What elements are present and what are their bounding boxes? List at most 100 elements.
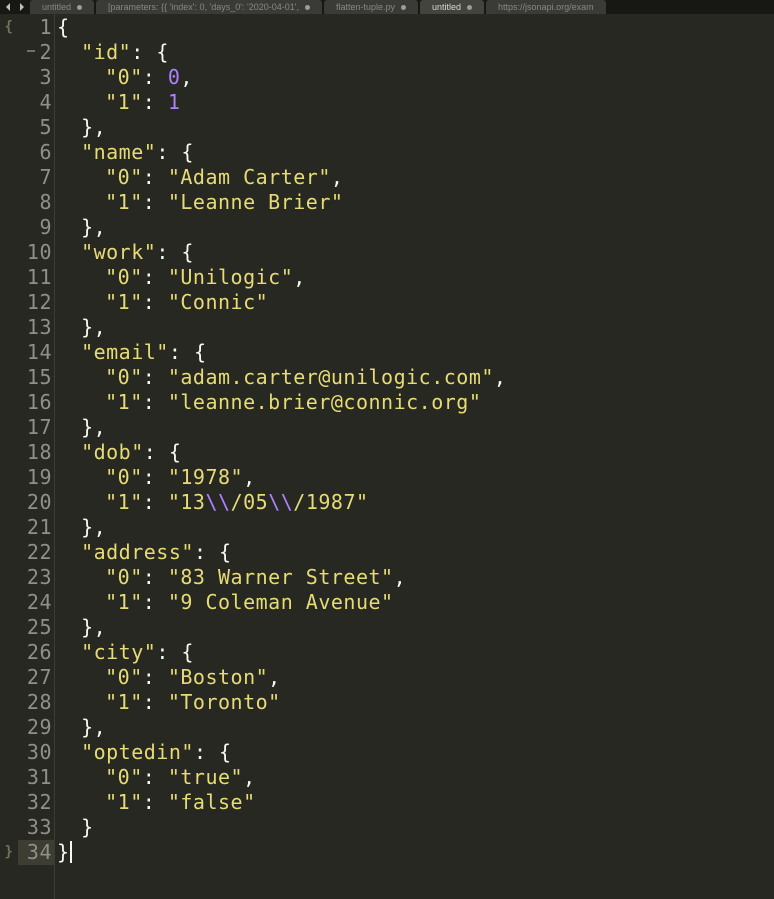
- fold-marker: [0, 765, 18, 790]
- code-line[interactable]: "1": "9 Coleman Avenue": [57, 590, 774, 615]
- token-key: "city": [81, 640, 156, 664]
- code-line[interactable]: "optedin": {: [57, 740, 774, 765]
- tab-4[interactable]: https://jsonapi.org/exam: [486, 0, 606, 14]
- token-key: "Unilogic": [168, 265, 293, 289]
- token-key: "false": [168, 790, 256, 814]
- code-line[interactable]: "1": "Toronto": [57, 690, 774, 715]
- fold-marker: [0, 65, 18, 90]
- code-line[interactable]: },: [57, 715, 774, 740]
- token-key: "address": [81, 540, 194, 564]
- code-line[interactable]: "1": "Leanne Brier": [57, 190, 774, 215]
- code-line[interactable]: "name": {: [57, 140, 774, 165]
- token-pun: :: [143, 190, 168, 214]
- token-pun: :: [143, 165, 168, 189]
- line-number: 6: [18, 140, 54, 165]
- fold-marker: [0, 340, 18, 365]
- token-pun: :: [143, 290, 168, 314]
- line-number: 24: [18, 590, 54, 615]
- code-line[interactable]: },: [57, 615, 774, 640]
- fold-marker: [0, 290, 18, 315]
- code-line[interactable]: },: [57, 415, 774, 440]
- line-number: 15: [18, 365, 54, 390]
- token-pun: ,: [293, 265, 306, 289]
- tab-1[interactable]: [parameters: {{ 'index': 0, 'days_0': '2…: [96, 0, 322, 14]
- token-key: "Boston": [168, 665, 268, 689]
- token-pun: },: [81, 215, 106, 239]
- editor[interactable]: {} 1234567891011121314151617181920212223…: [0, 14, 774, 899]
- token-pun: :: [143, 790, 168, 814]
- token-pun: : {: [144, 440, 182, 464]
- line-number: 29: [18, 715, 54, 740]
- token-pun: : {: [131, 40, 169, 64]
- tab-0[interactable]: untitled: [30, 0, 94, 14]
- code-line[interactable]: }: [57, 840, 774, 865]
- code-line[interactable]: },: [57, 115, 774, 140]
- fold-marker: [0, 490, 18, 515]
- token-key: "1978": [168, 465, 243, 489]
- token-pun: :: [143, 390, 168, 414]
- line-number-gutter: 1234567891011121314151617181920212223242…: [18, 14, 54, 899]
- dirty-dot-icon: [305, 5, 310, 10]
- token-key: "1": [105, 590, 143, 614]
- code-line[interactable]: "1": "leanne.brier@connic.org": [57, 390, 774, 415]
- line-number: 31: [18, 765, 54, 790]
- fold-marker: [0, 115, 18, 140]
- tab-bar: untitled[parameters: {{ 'index': 0, 'day…: [0, 0, 774, 14]
- fold-marker: [0, 240, 18, 265]
- code-line[interactable]: "1": 1: [57, 90, 774, 115]
- line-number: 11: [18, 265, 54, 290]
- fold-marker: [0, 665, 18, 690]
- fold-marker: }: [0, 840, 18, 865]
- code-line[interactable]: "1": "false": [57, 790, 774, 815]
- code-line[interactable]: "city": {: [57, 640, 774, 665]
- fold-marker: [0, 740, 18, 765]
- tab-3[interactable]: untitled: [420, 0, 484, 14]
- dirty-dot-icon: [401, 5, 406, 10]
- code-line[interactable]: "0": "Boston",: [57, 665, 774, 690]
- code-line[interactable]: "address": {: [57, 540, 774, 565]
- code-line[interactable]: "0": "Unilogic",: [57, 265, 774, 290]
- code-area[interactable]: {"id": {"0": 0,"1": 1},"name": {"0": "Ad…: [54, 14, 774, 899]
- code-line[interactable]: },: [57, 515, 774, 540]
- code-line[interactable]: }: [57, 815, 774, 840]
- token-pun: :: [143, 365, 168, 389]
- token-key: "9 Coleman Avenue": [168, 590, 394, 614]
- caret: [70, 841, 72, 863]
- token-key: "Toronto": [168, 690, 281, 714]
- fold-marker: [0, 40, 18, 65]
- code-line[interactable]: "0": 0,: [57, 65, 774, 90]
- token-key: "0": [105, 65, 143, 89]
- code-line[interactable]: "0": "true",: [57, 765, 774, 790]
- fold-marker: [0, 815, 18, 840]
- token-key: "work": [81, 240, 156, 264]
- token-key: "id": [81, 40, 131, 64]
- token-pun: ,: [243, 465, 256, 489]
- code-line[interactable]: "0": "Adam Carter",: [57, 165, 774, 190]
- tabs-host: untitled[parameters: {{ 'index': 0, 'day…: [30, 0, 608, 14]
- tab-2[interactable]: flatten-tuple.py: [324, 0, 418, 14]
- code-line[interactable]: "1": "Connic": [57, 290, 774, 315]
- code-line[interactable]: "1": "13\\/05\\/1987": [57, 490, 774, 515]
- token-key: "optedin": [81, 740, 194, 764]
- code-line[interactable]: "0": "adam.carter@unilogic.com",: [57, 365, 774, 390]
- code-line[interactable]: "0": "83 Warner Street",: [57, 565, 774, 590]
- code-line[interactable]: "0": "1978",: [57, 465, 774, 490]
- code-line[interactable]: },: [57, 315, 774, 340]
- token-key: "0": [105, 165, 143, 189]
- fold-marker: [0, 615, 18, 640]
- token-key: "83 Warner Street": [168, 565, 394, 589]
- code-line[interactable]: "dob": {: [57, 440, 774, 465]
- code-line[interactable]: "id": {: [57, 40, 774, 65]
- fold-marker: [0, 540, 18, 565]
- token-pun: :: [143, 65, 168, 89]
- tab-label: flatten-tuple.py: [336, 2, 395, 12]
- line-number: 12: [18, 290, 54, 315]
- tab-nav-arrows[interactable]: [0, 0, 30, 14]
- code-line[interactable]: "work": {: [57, 240, 774, 265]
- token-pun: },: [81, 715, 106, 739]
- dirty-dot-icon: [77, 5, 82, 10]
- code-line[interactable]: {: [57, 15, 774, 40]
- code-line[interactable]: "email": {: [57, 340, 774, 365]
- token-pun: :: [143, 665, 168, 689]
- code-line[interactable]: },: [57, 215, 774, 240]
